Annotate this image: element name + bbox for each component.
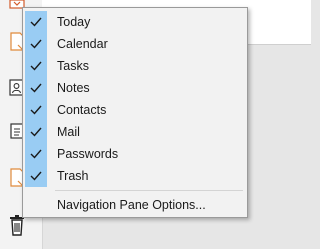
menu-item-label: Contacts [57,103,107,117]
checkmark-icon [25,143,47,165]
menu-item-label: Navigation Pane Options... [57,198,206,212]
menu-item-contacts[interactable]: Contacts [25,99,245,121]
menu-item-label: Passwords [57,147,119,161]
navigation-pane-options-item[interactable]: Navigation Pane Options... [25,195,245,215]
checkmark-icon [25,121,47,143]
checkmark-icon [25,99,47,121]
menu-item-tasks[interactable]: Tasks [25,55,245,77]
menu-item-notes[interactable]: Notes [25,77,245,99]
menu-item-mail[interactable]: Mail [25,121,245,143]
navigation-pane-context-menu: Today Calendar Tasks Notes Contacts Mail [22,7,248,218]
checkmark-icon [25,11,47,33]
checkmark-icon [25,55,47,77]
menu-item-label: Mail [57,125,80,139]
checkmark-icon [25,77,47,99]
menu-item-today[interactable]: Today [25,11,245,33]
menu-item-label: Tasks [57,59,89,73]
menu-item-passwords[interactable]: Passwords [25,143,245,165]
checkmark-icon [25,33,47,55]
checkmark-icon [25,165,47,187]
menu-item-calendar[interactable]: Calendar [25,33,245,55]
menu-item-label: Trash [57,169,89,183]
menu-item-trash[interactable]: Trash [25,165,245,187]
menu-separator [55,190,243,191]
menu-item-label: Today [57,15,91,29]
menu-item-label: Notes [57,81,90,95]
menu-item-label: Calendar [57,37,108,51]
